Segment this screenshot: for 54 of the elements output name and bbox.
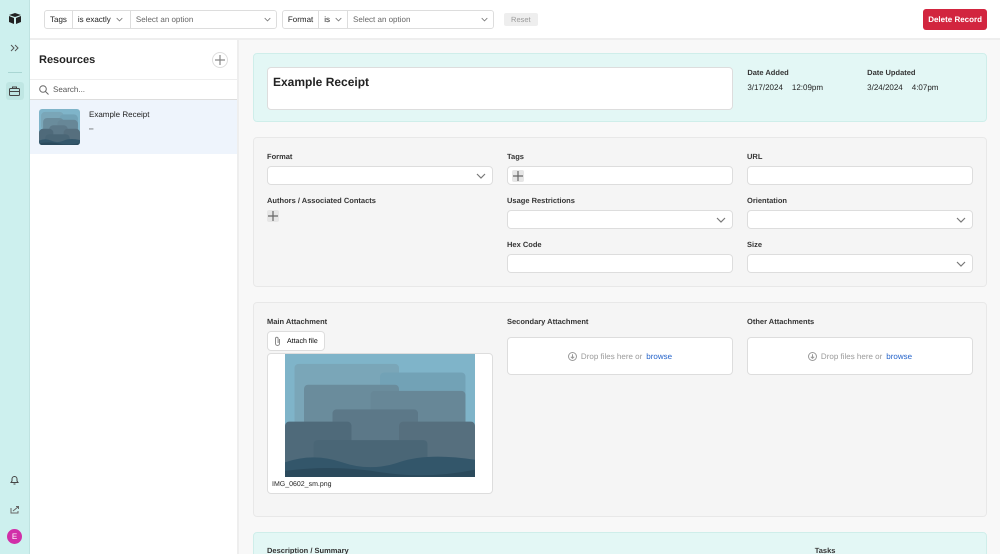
logo-icon (8, 12, 22, 24)
select-field[interactable] (507, 210, 733, 229)
chevron-down-icon (481, 16, 488, 22)
operator-dropdown[interactable]: is exactly (72, 10, 131, 28)
date-text: 3/24/2024 (867, 83, 903, 92)
chevron-down-icon (716, 216, 726, 222)
resource-item[interactable]: Example Receipt – (30, 100, 237, 154)
title-field[interactable]: Example Receipt (267, 67, 734, 110)
plus-icon (513, 170, 523, 180)
browse-link[interactable]: browse (886, 352, 912, 360)
bell-icon (10, 475, 19, 485)
chevron-down-icon (264, 16, 271, 22)
chevron-down-icon (956, 216, 966, 222)
value-dropdown[interactable]: Select an option (348, 10, 494, 28)
select-field[interactable] (747, 254, 973, 273)
item-title: Example Receipt (89, 110, 150, 119)
date-text: 3/17/2024 (747, 83, 783, 92)
drop-text: Drop files here or (820, 352, 882, 360)
drop-zone[interactable]: Drop files here or browse (747, 337, 973, 375)
drop-text: Drop files here or (580, 352, 642, 360)
download-circle-icon (808, 352, 817, 360)
download-circle-icon (568, 352, 577, 360)
briefcase-button[interactable] (6, 82, 24, 100)
filter-field[interactable]: Format (282, 10, 320, 28)
share-icon (10, 504, 20, 514)
filter-field[interactable]: Tags (45, 10, 73, 28)
chevron-down-icon (476, 172, 486, 178)
plus-icon (268, 211, 278, 221)
item-subtitle: – (89, 124, 94, 133)
chevron-down-icon (116, 16, 123, 22)
add-contact-button[interactable] (267, 210, 279, 222)
double-chevron-right-icon (10, 44, 20, 52)
input-field[interactable] (507, 254, 733, 273)
time-text: 12:09pm (792, 83, 824, 92)
add-button[interactable] (212, 52, 228, 68)
drop-zone[interactable]: Drop files here or browse (507, 337, 733, 375)
briefcase-icon (9, 86, 20, 96)
browse-link[interactable]: browse (646, 352, 672, 360)
search-icon (39, 84, 49, 94)
add-tag-button[interactable] (512, 170, 524, 182)
avatar[interactable]: E (7, 529, 22, 544)
chevron-down-icon (335, 16, 342, 22)
input-field[interactable] (747, 166, 973, 185)
operator-dropdown[interactable]: is (319, 10, 348, 28)
select-field[interactable] (747, 210, 973, 229)
panel-title: Resources (39, 54, 96, 66)
chevron-down-icon (956, 260, 966, 266)
tags-field[interactable] (507, 166, 733, 185)
select-field[interactable] (267, 166, 493, 185)
paperclip-icon (274, 336, 281, 346)
plus-icon (215, 54, 225, 64)
value-dropdown[interactable]: Select an option (130, 10, 276, 28)
time-text: 4:07pm (912, 83, 938, 92)
delete-record-button[interactable]: Delete Record (923, 8, 987, 30)
